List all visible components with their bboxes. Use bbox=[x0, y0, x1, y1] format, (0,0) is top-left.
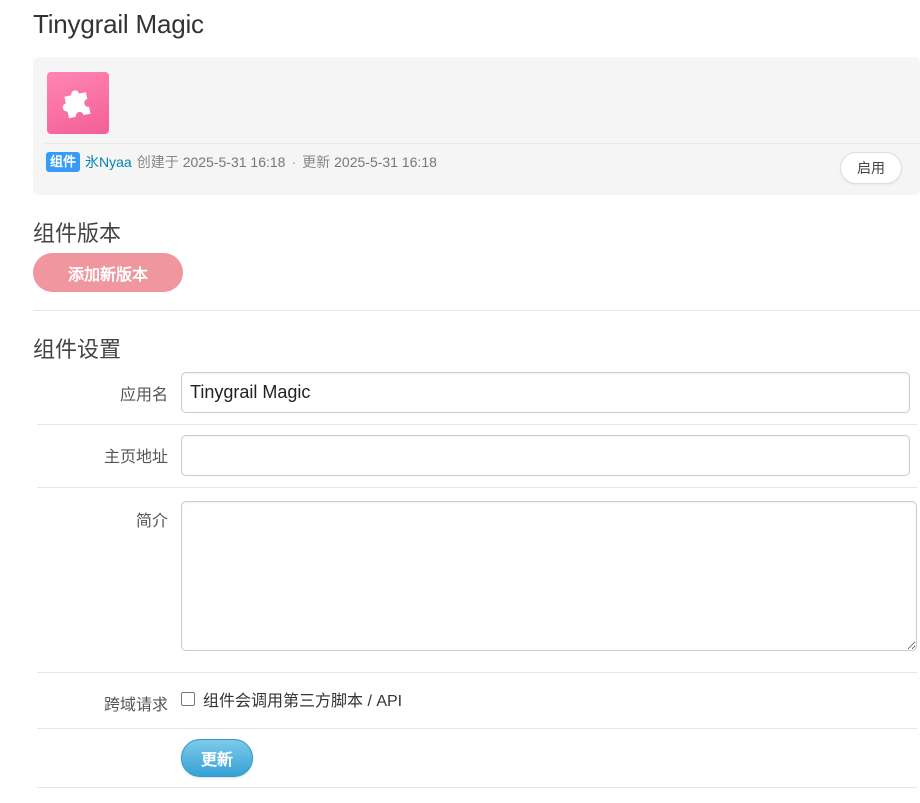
update-button[interactable]: 更新 bbox=[181, 739, 253, 777]
app-name-input[interactable] bbox=[181, 372, 910, 413]
created-date: 2025-5-31 16:18 bbox=[182, 154, 286, 170]
cors-checkbox-label[interactable]: 组件会调用第三方脚本 / API bbox=[203, 687, 402, 711]
enable-button[interactable]: 启用 bbox=[840, 152, 902, 184]
author-link[interactable]: 氷Nyaa bbox=[85, 152, 132, 172]
versions-section-title: 组件版本 bbox=[33, 221, 122, 246]
form-row-divider bbox=[37, 672, 917, 673]
type-badge: 组件 bbox=[46, 152, 81, 172]
homepage-input[interactable] bbox=[181, 435, 910, 476]
component-info-box: 组件 氷Nyaa 创建于 2025-5-31 16:18 · 更新 2025-5… bbox=[33, 57, 920, 195]
form-row-divider bbox=[37, 424, 917, 425]
form-row-divider bbox=[37, 487, 917, 488]
cors-option[interactable]: 组件会调用第三方脚本 / API bbox=[181, 688, 402, 710]
created-label: 创建于 bbox=[136, 154, 179, 170]
form-bottom-divider bbox=[37, 787, 917, 788]
cors-checkbox[interactable] bbox=[181, 692, 195, 706]
info-divider bbox=[45, 143, 920, 144]
updated-date: 2025-5-31 16:18 bbox=[334, 154, 437, 170]
page-title: Tinygrail Magic bbox=[33, 9, 204, 39]
homepage-label: 主页地址 bbox=[103, 449, 168, 466]
component-meta: 组件 氷Nyaa 创建于 2025-5-31 16:18 · 更新 2025-5… bbox=[46, 151, 437, 173]
intro-label: 简介 bbox=[135, 513, 168, 530]
section-divider bbox=[33, 310, 920, 311]
updated-label: 更新 bbox=[302, 154, 331, 170]
app-name-label: 应用名 bbox=[119, 387, 168, 404]
puzzle-piece-icon bbox=[47, 72, 109, 134]
intro-textarea[interactable] bbox=[181, 501, 917, 651]
cors-label: 跨域请求 bbox=[103, 697, 168, 714]
meta-separator: · bbox=[291, 154, 297, 170]
form-row-divider bbox=[37, 728, 917, 729]
add-version-button[interactable]: 添加新版本 bbox=[33, 253, 183, 292]
settings-section-title: 组件设置 bbox=[33, 337, 122, 362]
